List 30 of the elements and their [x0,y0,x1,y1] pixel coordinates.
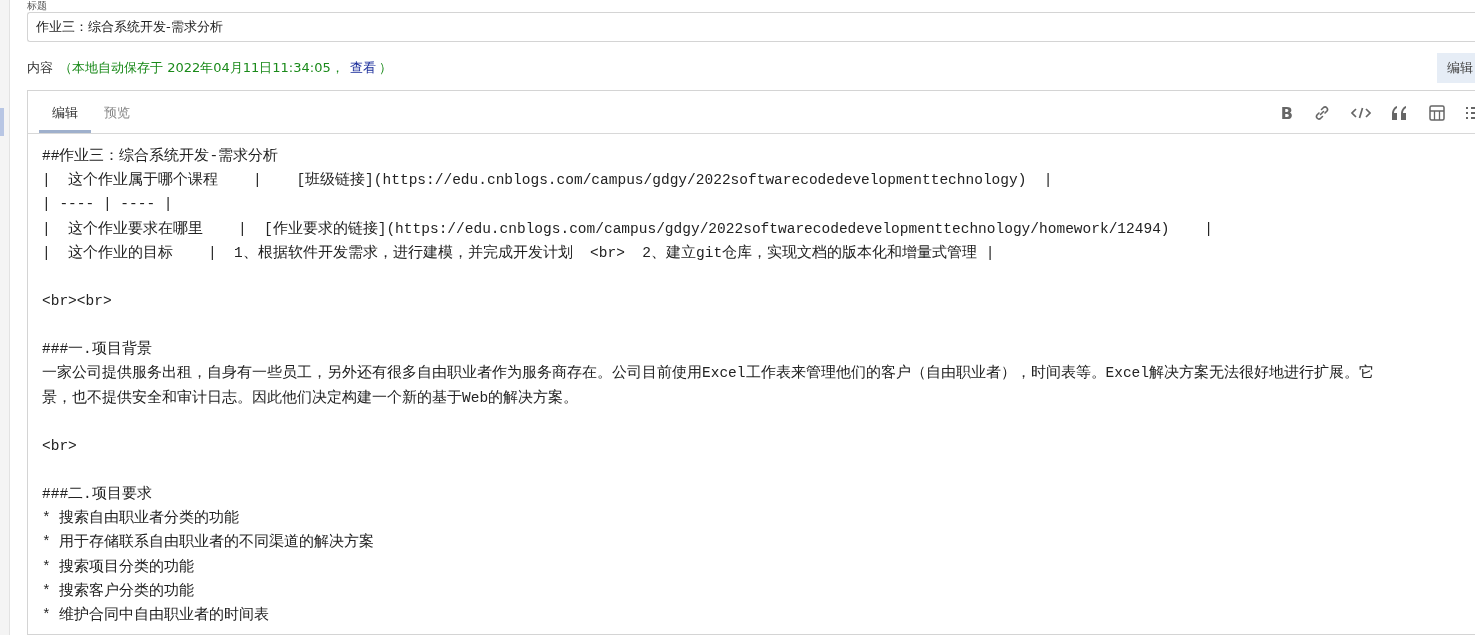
editor-tab[interactable]: 预览 [91,101,143,133]
field-label: 标题 [27,0,47,11]
editor-tab[interactable]: 编辑 [39,101,91,133]
editor-line: 景，也不提供安全和审计日志。因此他们决定构建一个新的基于Web的解决方案。 [42,388,579,408]
bold-button[interactable]: B [1280,103,1293,123]
editor-line: | 这个作业要求在哪里 | [作业要求的链接](https://edu.cnblogs.com/campus/gdgy/2022softwarecodedevelopmenttechnology/homework/12494) | [42,219,1214,239]
link-icon[interactable] [1313,104,1331,122]
editor-line: <br><br> [42,292,112,311]
title-field[interactable]: 作业三：综合系统开发-需求分析 [27,12,1475,42]
quote-icon[interactable] [1391,105,1409,121]
editor-line: ###一.项目背景 [42,339,152,360]
editor-line: <br> [42,436,77,456]
view-link[interactable]: 查看 [349,59,376,77]
editor-line: * 搜索自由职业者分类的功能 [42,508,240,529]
autosave-note: （本地自动保存于 2022年04月11日11:34:05， [59,59,344,77]
editor-line: ###二.项目要求 [42,484,152,505]
editor-line: 一家公司提供服务出租，自身有一些员工，另外还有很多自由职业者作为服务商存在。公司目前使用Excel工作表来管理他们的客户（自由职业者），时间表等。Excel解决方案无法很好地进行扩展。它 [42,363,1374,384]
editor-button[interactable]: 编辑 [1437,53,1475,83]
editor-line: | 这个作业的目标 | 1、根据软件开发需求，进行建模，并完成开发计划 <br> 2、建立git仓库，实现文档的版本化和增量式管理 | [42,243,995,263]
editor-line: * 搜索项目分类的功能 [42,557,195,577]
editor-line: * 用于存储联系自由职业者的不同渠道的解决方案 [42,532,375,553]
content-label: 内容 [27,59,53,77]
editor-line: | 这个作业属于哪个课程 | [班级链接](https://edu.cnblogs.com/campus/gdgy/2022softwarecodedevelopmenttechnology) | [42,170,1053,191]
editor-line: ##作业三：综合系统开发-需求分析 [42,146,279,166]
editor-line: * 维护合同中自由职业者的时间表 [42,605,270,626]
autosave-paren: ） [378,59,392,77]
table-icon[interactable] [1429,105,1445,121]
code-icon[interactable] [1351,106,1371,120]
editor-line: | ---- | ---- | [42,195,173,215]
editor-line: * 搜索客户分类的功能 [42,581,195,601]
